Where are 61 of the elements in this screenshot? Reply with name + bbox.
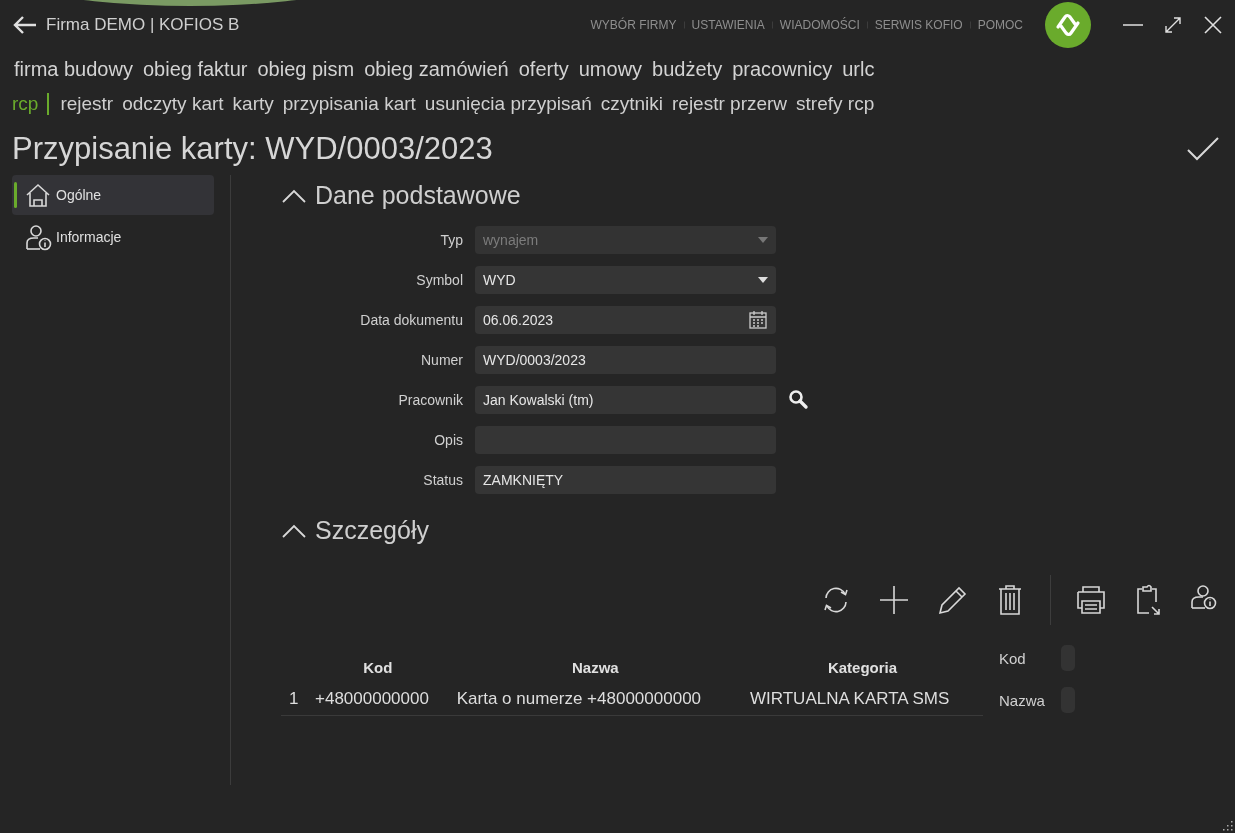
caret-down-icon [758,237,768,243]
caret-down-icon [758,277,768,283]
submenu-link[interactable]: rejestr przerw [672,93,788,115]
top-link[interactable]: WYBÓR FIRMY [590,18,677,32]
submenu-link[interactable]: usunięcia przypisań [424,93,592,115]
field-label: Data dokumentu [359,312,463,328]
page-title: Przypisanie karty: WYD/0003/2023 [12,131,493,167]
field-label: Status [422,472,463,488]
input-field[interactable]: ZAMKNIĘTY [475,466,776,494]
field-label: Opis [433,432,463,448]
module-link[interactable]: obieg pism [257,58,355,81]
sidebar-item[interactable]: Ogólne [12,175,214,215]
submenu-link[interactable]: czytniki [600,93,663,115]
module-link[interactable]: urlc [842,58,875,81]
filter-label: Nazwa [999,691,1046,709]
search-icon[interactable] [788,389,810,411]
table-cell: WIRTUALNA KARTA SMS [742,683,983,716]
submenu-link[interactable]: przypisania kart [282,93,416,115]
column-header: Kod [362,657,394,678]
submenu-link[interactable]: rejestr [60,93,114,115]
row-number: 1 [281,683,307,716]
sidebar-item[interactable]: Informacje [12,217,214,257]
module-link[interactable]: firma budowy [14,58,133,81]
dropdown-field[interactable]: WYD [475,266,776,294]
input-field[interactable]: Jan Kowalski (tm) [475,386,776,414]
table-cell: Karta o numerze +48000000000 [448,683,742,716]
collapse-chevron-icon[interactable] [281,187,307,204]
resize-grip-icon[interactable] [1221,819,1233,831]
field-label: Numer [420,352,463,368]
top-link[interactable]: SERWIS KOFIO [874,18,963,32]
date-field[interactable]: 06.06.2023 [475,306,776,334]
window-title: Firma DEMO | KOFIOS B [46,15,240,35]
module-link[interactable]: obieg faktur [142,58,248,81]
module-link[interactable]: obieg zamówień [364,58,509,81]
module-link[interactable]: pracownicy [732,58,833,81]
module-link[interactable]: budżety [652,58,723,81]
module-link[interactable]: oferty [518,58,569,81]
submenu-link[interactable]: strefy rcp [796,93,875,115]
column-header: Kategoria [826,657,899,678]
back-arrow-icon[interactable] [12,14,38,36]
input-field[interactable]: WYD/0003/2023 [475,346,776,374]
field-label: Symbol [415,272,463,288]
section-title: Dane podstawowe [315,181,521,210]
section-title: Szczegóły [315,516,429,545]
top-link[interactable]: WIADOMOŚCI [779,18,860,32]
top-link[interactable]: POMOC [977,18,1023,32]
logo-icon[interactable] [1045,2,1091,48]
calendar-icon [748,310,768,330]
house-icon [24,181,52,209]
filter-label: Kod [999,649,1027,667]
column-header: Nazwa [571,657,620,678]
submenu-link[interactable]: odczyty kart [122,93,224,115]
user-info-icon [24,223,52,251]
submenu-link[interactable]: karty [232,93,274,115]
top-link[interactable]: USTAWIENIA [691,18,765,32]
field-label: Typ [439,232,463,248]
table-cell: +48000000000 [307,683,449,716]
module-link[interactable]: umowy [578,58,643,81]
section-label: rcp [12,93,39,115]
field-label: Pracownik [397,392,463,408]
collapse-chevron-icon[interactable] [281,522,307,539]
